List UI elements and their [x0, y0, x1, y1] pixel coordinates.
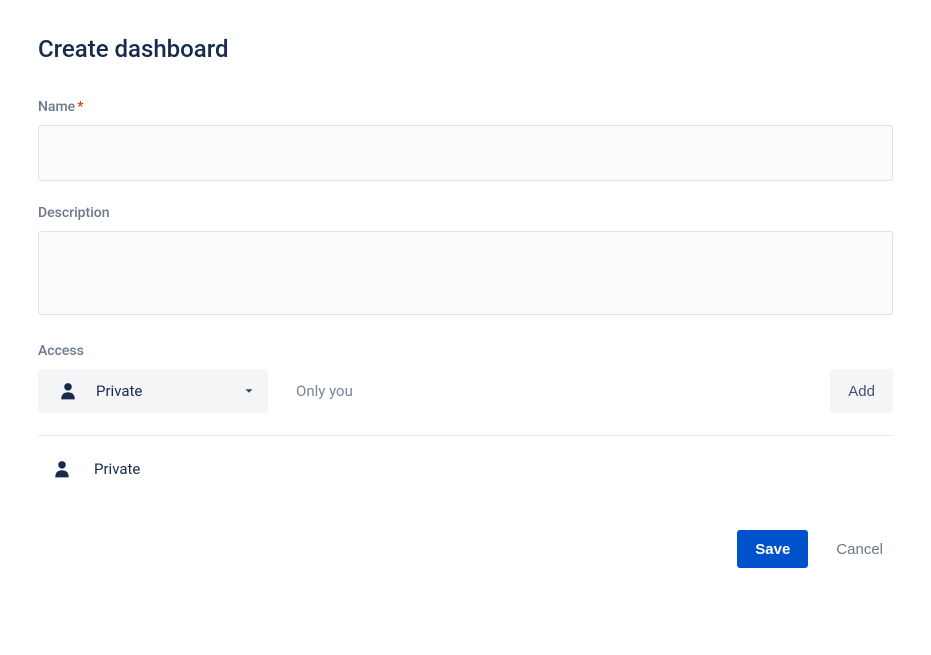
description-label: Description: [38, 205, 893, 221]
description-field-group: Description: [38, 205, 893, 319]
access-section: Access Private Only you Add Private: [38, 343, 893, 480]
access-selected-text: Private: [96, 382, 242, 400]
name-label: Name*: [38, 99, 893, 115]
chevron-down-icon: [242, 384, 256, 398]
button-row: Save Cancel: [38, 530, 893, 568]
person-icon: [58, 380, 78, 402]
access-hint: Only you: [296, 382, 830, 400]
cancel-button[interactable]: Cancel: [826, 530, 893, 568]
page-title: Create dashboard: [38, 35, 893, 63]
access-type-select[interactable]: Private: [38, 369, 268, 413]
name-field-group: Name*: [38, 99, 893, 181]
access-list: Private: [38, 436, 893, 480]
name-label-text: Name: [38, 99, 75, 115]
access-list-item: Private: [52, 458, 893, 480]
access-list-item-label: Private: [94, 460, 140, 478]
save-button[interactable]: Save: [737, 530, 808, 568]
access-label: Access: [38, 343, 893, 359]
required-asterisk: *: [77, 99, 83, 115]
description-input[interactable]: [38, 231, 893, 315]
add-access-button[interactable]: Add: [830, 369, 893, 413]
person-icon: [52, 458, 72, 480]
name-input[interactable]: [38, 125, 893, 181]
access-row: Private Only you Add: [38, 369, 893, 436]
